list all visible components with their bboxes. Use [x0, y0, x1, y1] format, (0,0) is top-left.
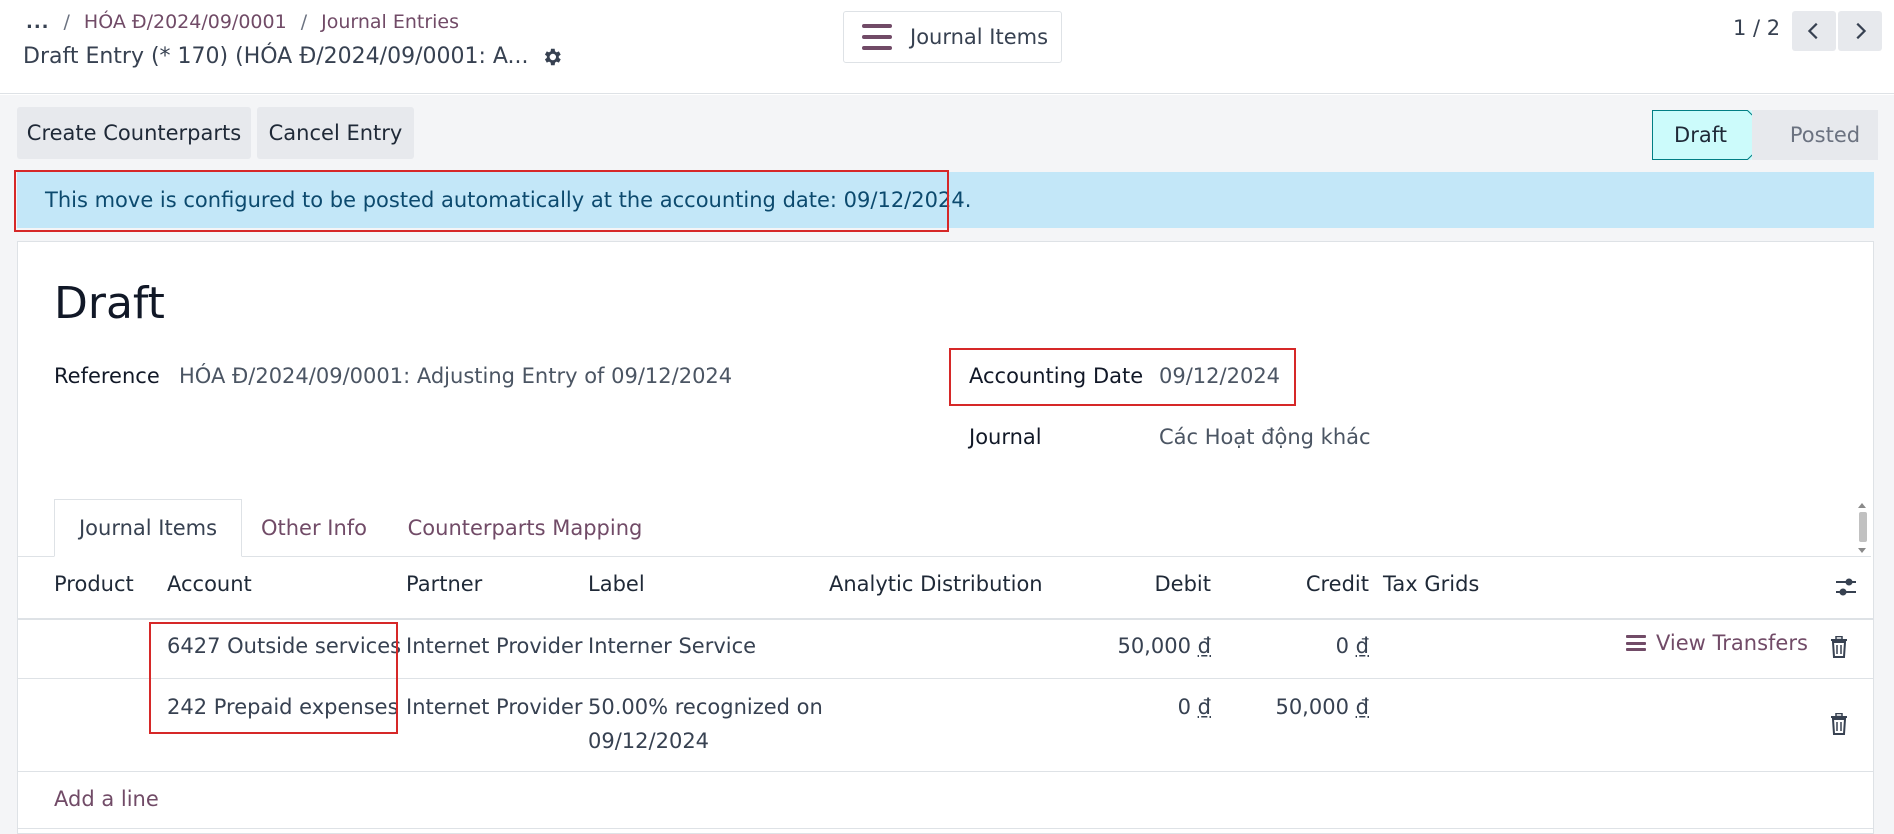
breadcrumb-more-button[interactable]: ... — [26, 12, 50, 33]
list-icon — [1626, 635, 1646, 651]
row-label-line2[interactable]: 09/12/2024 — [588, 725, 709, 758]
row-partner[interactable]: Internet Provider — [406, 630, 583, 663]
view-transfers-button[interactable]: View Transfers — [1626, 631, 1808, 655]
status-draft[interactable]: Draft — [1652, 110, 1748, 160]
journal-label: Journal — [969, 425, 1042, 449]
row-credit[interactable]: 50,000 ₫ — [1200, 691, 1369, 724]
tab-counterparts-mapping[interactable]: Counterparts Mapping — [395, 499, 655, 557]
breadcrumb-link-journal-entries[interactable]: Journal Entries — [321, 11, 459, 33]
breadcrumb-separator: / — [63, 11, 70, 33]
record-title: Draft Entry (* 170) (HÓA Đ/2024/09/0001:… — [23, 44, 563, 69]
column-header-label[interactable]: Label — [588, 572, 645, 596]
highlight-box-accounts — [149, 622, 398, 734]
column-header-tax-grids[interactable]: Tax Grids — [1383, 572, 1479, 596]
row-label[interactable]: Interner Service — [588, 630, 756, 663]
highlight-box-alert — [14, 170, 949, 232]
journal-items-smart-button-label: Journal Items — [910, 25, 1049, 49]
create-counterparts-button[interactable]: Create Counterparts — [17, 107, 251, 159]
control-panel: ... / HÓA Đ/2024/09/0001 / Journal Entri… — [0, 0, 1894, 94]
trash-icon[interactable] — [1829, 636, 1849, 658]
pager-value: 1 / 2 — [1733, 16, 1781, 40]
scrollbar-thumb[interactable] — [1859, 512, 1867, 542]
record-title-text: Draft Entry (* 170) (HÓA Đ/2024/09/0001:… — [23, 44, 529, 69]
journal-items-smart-button[interactable]: Journal Items — [843, 11, 1062, 63]
row-label-line1[interactable]: 50.00% recognized on — [588, 691, 823, 724]
row-credit[interactable]: 0 ₫ — [1200, 630, 1369, 663]
row-partner[interactable]: Internet Provider — [406, 691, 583, 724]
status-posted[interactable]: Posted — [1752, 110, 1878, 160]
list-icon — [862, 24, 892, 50]
optional-columns-icon[interactable] — [1834, 574, 1858, 600]
chevron-left-icon — [1807, 22, 1818, 40]
column-header-credit[interactable]: Credit — [1240, 572, 1369, 596]
entry-state-title: Draft — [54, 278, 165, 329]
column-header-product[interactable]: Product — [54, 572, 134, 596]
table-header-divider — [17, 618, 1874, 620]
breadcrumb-separator: / — [300, 11, 308, 33]
add-line-link[interactable]: Add a line — [54, 787, 159, 811]
journal-field[interactable]: Các Hoạt động khác — [1159, 425, 1371, 449]
row-divider — [17, 828, 1874, 829]
row-divider — [17, 771, 1874, 772]
cancel-entry-button[interactable]: Cancel Entry — [257, 107, 414, 159]
gear-icon[interactable] — [541, 46, 563, 68]
pager-previous-button[interactable] — [1792, 11, 1836, 51]
chevron-right-icon — [1856, 22, 1867, 40]
tab-journal-items[interactable]: Journal Items — [54, 499, 242, 557]
column-header-analytic-distribution[interactable]: Analytic Distribution — [829, 572, 1043, 596]
row-debit[interactable]: 50,000 ₫ — [1040, 630, 1211, 663]
column-header-partner[interactable]: Partner — [406, 572, 482, 596]
row-debit[interactable]: 0 ₫ — [1040, 691, 1211, 724]
view-transfers-label: View Transfers — [1656, 631, 1808, 655]
breadcrumb-link-invoice[interactable]: HÓA Đ/2024/09/0001 — [84, 11, 287, 33]
tab-other-info[interactable]: Other Info — [248, 499, 380, 557]
column-header-account[interactable]: Account — [167, 572, 252, 596]
trash-icon[interactable] — [1829, 713, 1849, 735]
breadcrumb: ... / HÓA Đ/2024/09/0001 / Journal Entri… — [26, 11, 459, 33]
highlight-box-accounting-date — [949, 348, 1296, 406]
column-header-debit[interactable]: Debit — [1080, 572, 1212, 596]
pager-next-button[interactable] — [1838, 11, 1882, 51]
reference-label: Reference — [54, 364, 160, 388]
reference-field[interactable]: HÓA Đ/2024/09/0001: Adjusting Entry of 0… — [179, 364, 732, 388]
